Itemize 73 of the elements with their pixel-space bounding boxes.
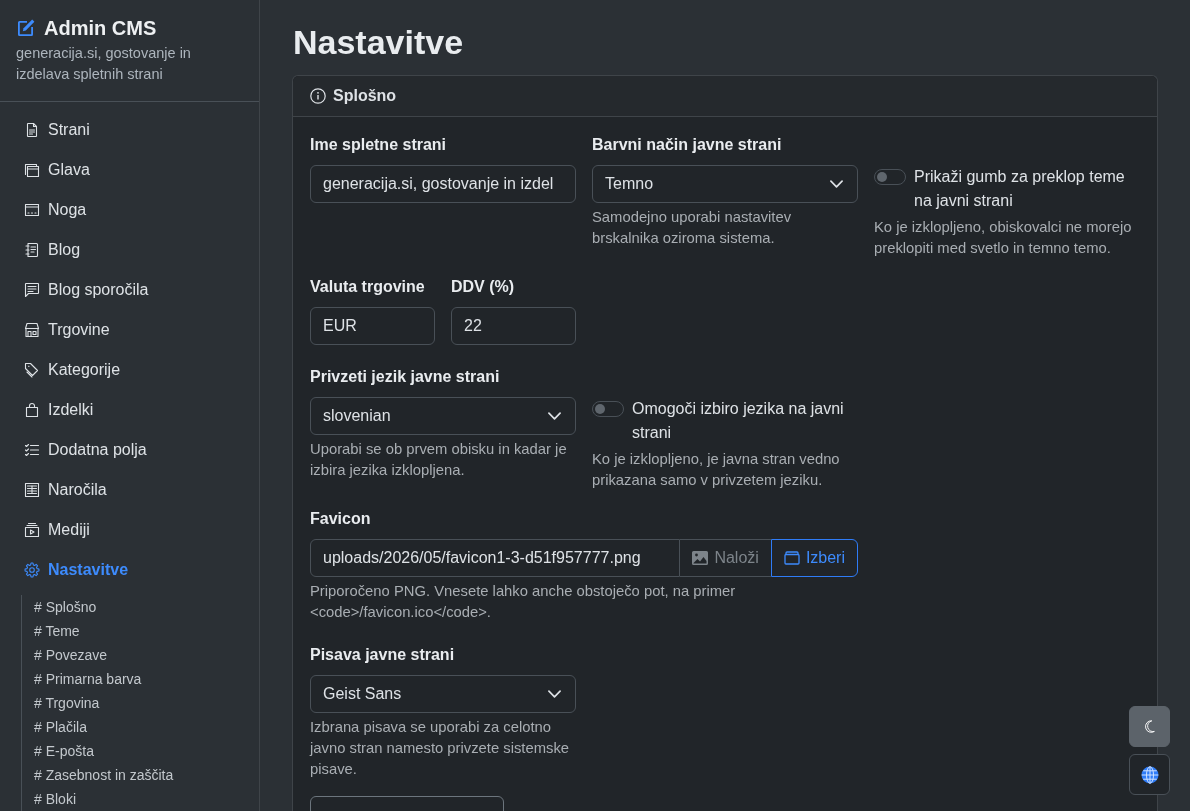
info-icon	[310, 88, 326, 104]
chevron-down-icon	[830, 180, 843, 188]
sidebar-item[interactable]: Glava	[0, 150, 90, 190]
bag-icon	[24, 402, 40, 418]
select-dropdown[interactable]: slovenian	[310, 397, 576, 435]
select-dropdown[interactable]: Temno	[592, 165, 858, 203]
card-title: Splošno	[333, 86, 397, 106]
toggle-switch[interactable]	[874, 169, 906, 185]
notebook-icon	[24, 242, 40, 258]
sidebar-item[interactable]: Izdelki	[0, 390, 94, 430]
gear-icon	[24, 562, 40, 578]
sidebar-subitem[interactable]: # Trgovina	[34, 691, 100, 715]
field-label: Ime spletne strani	[310, 135, 447, 155]
sidebar-subitem[interactable]: # Teme	[34, 619, 80, 643]
sidebar-item[interactable]: Kategorije	[0, 350, 121, 390]
input-group-button[interactable]: Izberi	[770, 539, 858, 577]
sidebar-item[interactable]: Mediji	[0, 510, 90, 550]
window-icon	[24, 202, 40, 218]
sidebar-subitem[interactable]: # Povezave	[34, 643, 108, 667]
globe-icon	[1140, 765, 1159, 784]
text-input[interactable]: 22	[451, 307, 576, 345]
moon-icon	[1144, 720, 1155, 733]
help-text: Uporabi se ob prvem obisku in kadar je izbira jezika izklopljena.	[310, 440, 568, 480]
sidebar-item[interactable]: Blog sporočila	[0, 270, 149, 310]
newspaper-icon	[24, 482, 40, 498]
help-text: Ko je izklopljeno, je javna stran vedno prikazana samo v privzetem jeziku.	[592, 450, 841, 490]
toggle-switch[interactable]	[592, 401, 624, 417]
field-label: Privzeti jezik javne strani	[310, 367, 500, 387]
brand-title: Admin CMS	[44, 16, 157, 40]
sidebar-subitem[interactable]: # Plačila	[34, 715, 87, 739]
text-input[interactable]: EUR	[310, 307, 435, 345]
field-label: Valuta trgovine	[310, 277, 425, 297]
file-text-icon	[24, 122, 40, 138]
sidebar-item[interactable]: Noga	[0, 190, 87, 230]
sidebar-subitem[interactable]: # E-pošta	[34, 739, 94, 763]
sidebar-item[interactable]: Trgovine	[0, 310, 110, 350]
field-label: Barvni način javne strani	[592, 135, 782, 155]
sidebar-item[interactable]: Nastavitve	[0, 550, 129, 590]
help-text: Priporočeno PNG. Vnesete lahko anche obstoječo pot, na primer <code>/favicon.ico</code>.	[310, 582, 737, 622]
shop-icon	[24, 322, 40, 338]
window-stack-icon	[24, 162, 40, 178]
image-icon	[692, 551, 709, 565]
folder-icon	[783, 551, 800, 565]
sidebar-subitem[interactable]: # Splošno	[34, 595, 97, 619]
sidebar-item[interactable]: Naročila	[0, 470, 107, 510]
chevron-down-icon	[548, 412, 561, 420]
sidebar-subitem[interactable]: # Zasebnost in zaščita	[34, 763, 174, 787]
toggle-label: Prikaži gumb za preklop teme na javni strani	[914, 167, 1126, 211]
toggle-label: Omogoči izbiro jezika na javni strani	[632, 399, 845, 443]
brand-tagline: generacija.si, gostovanje in izdelava spletnih strani	[16, 44, 192, 84]
chat-icon	[24, 282, 40, 298]
sidebar-item[interactable]: Blog	[0, 230, 81, 270]
theme-toggle-button[interactable]	[1129, 706, 1170, 747]
sidebar-subitem[interactable]: # Bloki	[34, 787, 77, 811]
sidebar-item[interactable]: Dodatna polja	[0, 430, 147, 470]
text-input[interactable]: uploads/2026/05/favicon1-3-d51f957777.png	[310, 539, 681, 577]
select-dropdown[interactable]: Geist Sans	[310, 675, 576, 713]
help-text: Ko je izklopljeno, obiskovalci ne morejo preklopiti med svetlo in temno temo.	[874, 218, 1133, 258]
page-title: Nastavitve	[293, 22, 465, 63]
text-input[interactable]: generacija.si, gostovanje in izdel	[310, 165, 576, 203]
play-stack-icon	[24, 522, 40, 538]
help-text: Izbrana pisava se uporabi za celotno javno stran namesto privzete sistemske pisave.	[310, 718, 571, 779]
checklist-icon	[24, 442, 40, 458]
input-group-button[interactable]: Naloži	[680, 539, 771, 577]
field-label: Pisava javne strani	[310, 645, 455, 665]
field-label: Favicon	[310, 509, 371, 529]
tag-icon	[24, 362, 40, 378]
language-button[interactable]	[1129, 754, 1170, 795]
sidebar-item[interactable]: Strani	[0, 110, 90, 150]
help-text: Samodejno uporabi nastavitev brskalnika oziroma sistema.	[592, 208, 793, 248]
chevron-down-icon	[548, 690, 561, 698]
sidebar-subitem[interactable]: # Primarna barva	[34, 667, 142, 691]
field-label: DDV (%)	[451, 277, 515, 297]
